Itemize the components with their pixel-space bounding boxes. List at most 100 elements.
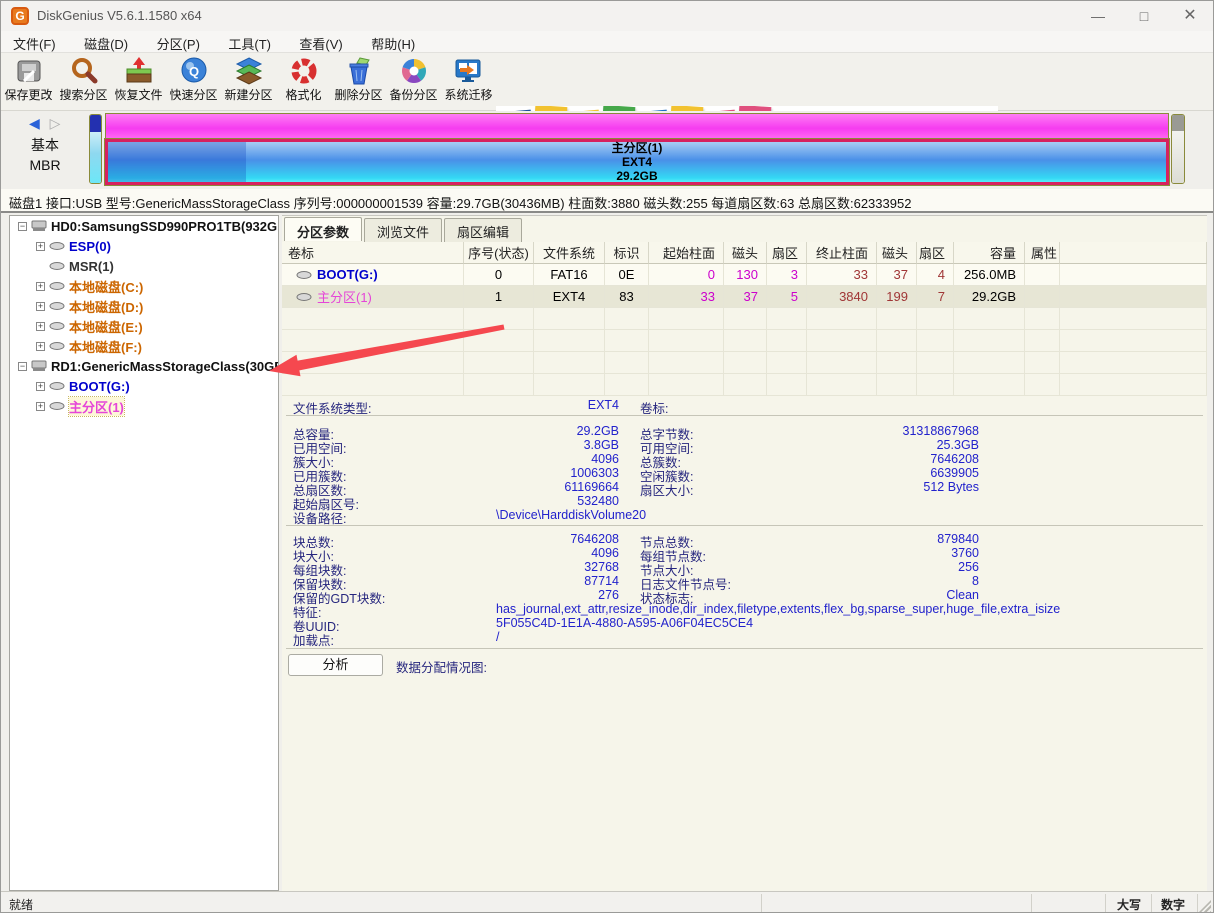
detail-row: 保留块数: 87714 日志文件节点号: 8 <box>282 574 1207 588</box>
col-end-cylinder[interactable]: 终止柱面 <box>807 242 877 264</box>
col-volume-label[interactable]: 卷标 <box>282 242 464 264</box>
tab-browse-files[interactable]: 浏览文件 <box>364 218 442 242</box>
tree-item-label: BOOT(G:) <box>69 379 130 394</box>
recover-files-button[interactable]: 恢复文件 <box>111 55 166 109</box>
col-end-head[interactable]: 磁头 <box>877 242 917 264</box>
col-index-state[interactable]: 序号(状态) <box>464 242 534 264</box>
disk-tree: − HD0:SamsungSSD990PRO1TB(932GB) + ESP(0… <box>9 215 279 891</box>
expand-icon[interactable]: + <box>36 302 45 311</box>
volume-icon <box>49 341 65 351</box>
tree-item-primary-partition[interactable]: + 主分区(1) <box>10 396 278 416</box>
col-attributes[interactable]: 属性 <box>1025 242 1060 264</box>
status-separator <box>1197 894 1198 913</box>
expand-icon[interactable]: + <box>36 282 45 291</box>
volume-icon <box>49 401 65 411</box>
detail-row: 簇大小: 4096 总簇数: 7646208 <box>282 452 1207 466</box>
expand-icon[interactable]: + <box>36 382 45 391</box>
detail-row: 已用簇数: 1006303 空闲簇数: 6639905 <box>282 466 1207 480</box>
close-button[interactable]: ✕ <box>1167 1 1213 31</box>
tree-item-disk-f[interactable]: + 本地磁盘(F:) <box>10 336 278 356</box>
svg-text:Q: Q <box>188 64 198 79</box>
next-disk-icon[interactable]: ▷ <box>50 115 61 131</box>
detail-value: 25.3GB <box>782 438 979 452</box>
tab-sector-edit[interactable]: 扇区编辑 <box>444 218 522 242</box>
detail-value: 256 <box>782 560 979 574</box>
table-row-boot[interactable]: BOOT(G:) 0 FAT16 0E 0 130 3 33 37 4 256.… <box>282 264 1207 286</box>
toolbar-button-label: 搜索分区 <box>56 86 111 103</box>
col-id[interactable]: 标识 <box>605 242 649 264</box>
partition-body <box>90 132 101 184</box>
expand-icon[interactable]: + <box>36 242 45 251</box>
disk-mode-mbr: MBR <box>1 155 89 175</box>
detail-row: 块总数: 7646208 节点总数: 879840 <box>282 532 1207 546</box>
format-button[interactable]: 格式化 <box>276 55 331 109</box>
new-partition-button[interactable]: 新建分区 <box>221 55 276 109</box>
volume-icon <box>49 241 65 251</box>
toolbar: 保存更改 搜索分区 恢复文件 Q 快速分区 新建分区 格式化 删除分区 备份分区 <box>1 53 1213 111</box>
col-start-sector[interactable]: 扇区 <box>767 242 807 264</box>
detail-row-fs-type: 文件系统类型: EXT4 卷标: <box>282 398 1207 412</box>
harddisk-icon <box>31 220 47 232</box>
cell-filler <box>1060 264 1207 286</box>
cell-start-head: 130 <box>724 264 767 286</box>
search-partition-button[interactable]: 搜索分区 <box>56 55 111 109</box>
maximize-button[interactable]: □ <box>1121 1 1167 31</box>
detail-value: 4096 <box>422 452 619 466</box>
toolbar-button-label: 快速分区 <box>166 86 221 103</box>
tree-item-disk-e[interactable]: + 本地磁盘(E:) <box>10 316 278 336</box>
disk-mode-label: 基本 MBR <box>1 135 89 175</box>
status-separator <box>1105 894 1106 913</box>
layers-icon <box>234 56 264 86</box>
globe-q-icon: Q <box>179 56 209 86</box>
tree-item-esp[interactable]: + ESP(0) <box>10 236 278 256</box>
tree-item-rd1[interactable]: − RD1:GenericMassStorageClass(30GB) <box>10 356 278 376</box>
col-start-cylinder[interactable]: 起始柱面 <box>649 242 724 264</box>
partition-block-boot[interactable] <box>89 114 102 184</box>
tab-partition-params[interactable]: 分区参数 <box>284 217 362 241</box>
detail-value: 5F055C4D-1E1A-4880-A595-A06F04EC5CE4 <box>496 616 753 630</box>
detail-value: 87714 <box>422 574 619 588</box>
pinwheel-icon <box>399 56 429 86</box>
table-row-primary-partition[interactable]: 主分区(1) 1 EXT4 83 33 37 5 3840 199 7 29.2… <box>282 286 1207 308</box>
save-changes-button[interactable]: 保存更改 <box>1 55 56 109</box>
disk-nav: ◀ ▷ <box>29 115 60 132</box>
tree-item-label: MSR(1) <box>69 259 114 274</box>
minimize-button[interactable]: — <box>1075 1 1121 31</box>
col-filesystem[interactable]: 文件系统 <box>534 242 605 264</box>
cell-id: 83 <box>605 286 649 308</box>
detail-value: 6639905 <box>782 466 979 480</box>
backup-partition-button[interactable]: 备份分区 <box>386 55 441 109</box>
cell-end-cylinder: 33 <box>807 264 877 286</box>
partition-block-main[interactable]: 主分区(1) EXT4 29.2GB <box>105 113 1169 185</box>
menu-bar: 文件(F) 磁盘(D) 分区(P) 工具(T) 查看(V) 帮助(H) <box>1 31 1213 53</box>
tree-item-disk-c[interactable]: + 本地磁盘(C:) <box>10 276 278 296</box>
detail-label: 加载点: <box>293 630 334 649</box>
col-end-sector[interactable]: 扇区 <box>917 242 954 264</box>
expand-icon[interactable]: + <box>36 322 45 331</box>
partition-table: 卷标 序号(状态) 文件系统 标识 起始柱面 磁头 扇区 终止柱面 磁头 扇区 … <box>282 242 1207 396</box>
tree-item-hd0[interactable]: − HD0:SamsungSSD990PRO1TB(932GB) <box>10 216 278 236</box>
expand-icon[interactable]: + <box>36 342 45 351</box>
collapse-icon[interactable]: − <box>18 362 27 371</box>
collapse-icon[interactable]: − <box>18 222 27 231</box>
col-start-head[interactable]: 磁头 <box>724 242 767 264</box>
title-bar: G DiskGenius V5.6.1.1580 x64 — □ ✕ <box>1 1 1213 31</box>
detail-value: 1006303 <box>422 466 619 480</box>
tree-item-disk-d[interactable]: + 本地磁盘(D:) <box>10 296 278 316</box>
end-cap-body <box>1172 131 1184 184</box>
quick-partition-button[interactable]: Q 快速分区 <box>166 55 221 109</box>
detail-value: 32768 <box>422 560 619 574</box>
toolbar-button-label: 保存更改 <box>1 86 56 103</box>
partition-overview: ◀ ▷ 基本 MBR 主分区(1) EXT4 29.2GB <box>1 111 1213 189</box>
tree-item-msr[interactable]: MSR(1) <box>10 256 278 276</box>
system-migration-button[interactable]: 系统迁移 <box>441 55 496 109</box>
tree-item-boot-g[interactable]: + BOOT(G:) <box>10 376 278 396</box>
delete-partition-button[interactable]: 删除分区 <box>331 55 386 109</box>
expand-icon[interactable]: + <box>36 402 45 411</box>
analyze-button[interactable]: 分析 <box>288 654 383 676</box>
detail-value: Clean <box>782 588 979 602</box>
resize-grip[interactable] <box>1199 900 1211 912</box>
col-capacity[interactable]: 容量 <box>954 242 1025 264</box>
prev-disk-icon[interactable]: ◀ <box>29 115 40 131</box>
volume-icon <box>49 281 65 291</box>
